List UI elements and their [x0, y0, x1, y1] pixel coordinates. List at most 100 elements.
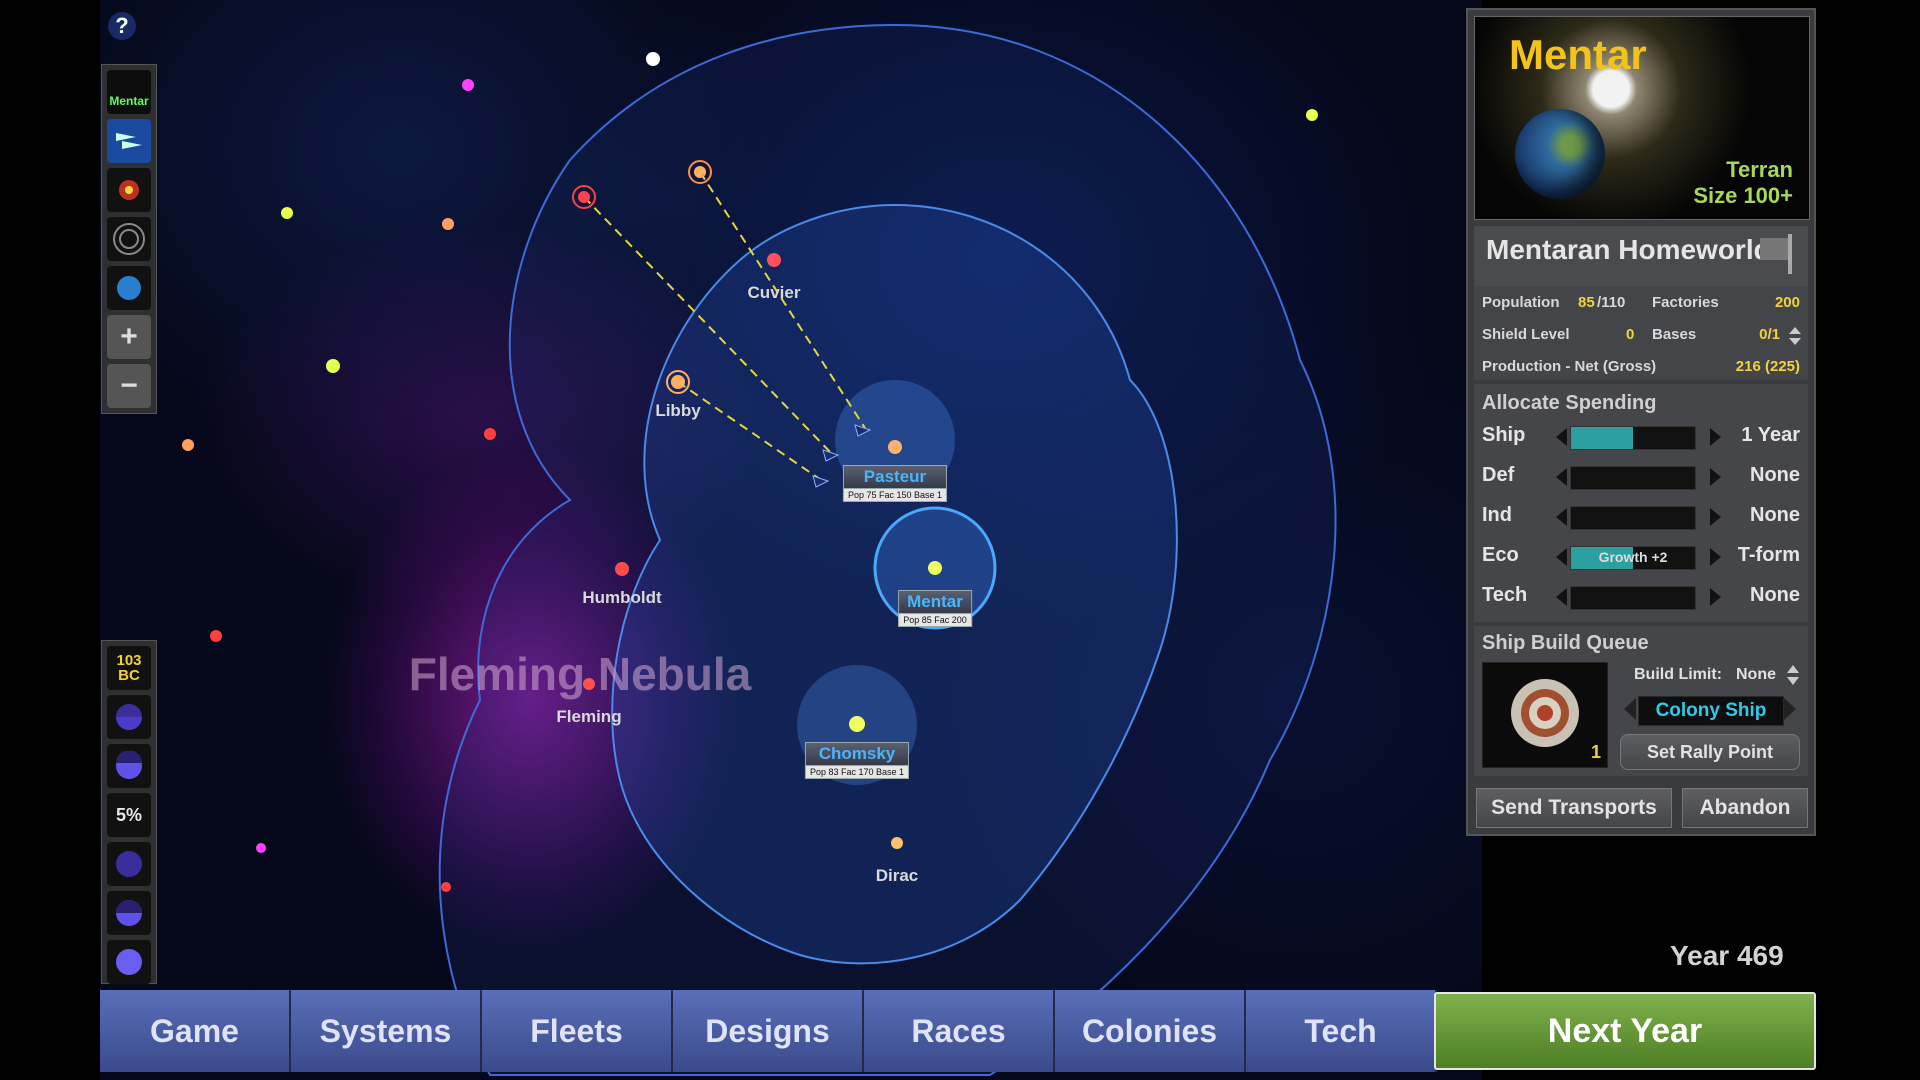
colony-name: Mentar: [898, 590, 972, 613]
allocation-value: None: [1750, 464, 1800, 486]
star-label-cuvier[interactable]: Cuvier: [748, 283, 801, 302]
allocation-slider[interactable]: [1570, 466, 1696, 490]
zoom-out-button[interactable]: −: [107, 364, 151, 408]
star-dirac[interactable]: [891, 837, 903, 849]
moon-phase-button[interactable]: [107, 940, 151, 984]
star-humboldt[interactable]: [615, 562, 629, 576]
star-pasteur[interactable]: [888, 440, 902, 454]
send-transports-button[interactable]: Send Transports: [1476, 788, 1672, 828]
moon-phase-icon: [116, 751, 142, 779]
tab-game[interactable]: Game: [100, 990, 291, 1072]
range-rings-icon: [113, 223, 145, 255]
build-queue-title: Ship Build Queue: [1482, 632, 1649, 654]
tab-systems[interactable]: Systems: [291, 990, 482, 1072]
allocation-name: Tech: [1482, 584, 1528, 606]
allocation-name: Ind: [1482, 504, 1512, 526]
abandon-button[interactable]: Abandon: [1682, 788, 1808, 828]
moon-phase-button[interactable]: [107, 842, 151, 886]
moon-phase-icon: [116, 704, 142, 730]
build-limit-value: None: [1736, 666, 1776, 683]
tab-tech[interactable]: Tech: [1246, 990, 1437, 1072]
moon-phase-icon: [116, 900, 142, 926]
star-label-dirac[interactable]: Dirac: [876, 866, 919, 885]
moon-phase-button[interactable]: [107, 744, 151, 788]
star-label-fleming[interactable]: Fleming: [556, 707, 621, 726]
colony-tag-pasteur[interactable]: Pasteur Pop 75 Fac 150 Base 1: [842, 465, 948, 502]
moon-phase-button[interactable]: [107, 695, 151, 739]
bottom-nav-bar: Game Systems Fleets Designs Races Colonies Tec…: [100, 990, 1820, 1072]
star-fleming[interactable]: [583, 678, 595, 690]
prev-ship-arrow[interactable]: [1624, 698, 1636, 720]
help-icon[interactable]: ?: [108, 12, 136, 40]
factories-label: Factories: [1652, 294, 1719, 311]
next-ship-arrow[interactable]: [1784, 698, 1796, 720]
allocation-slider[interactable]: Growth +2: [1570, 546, 1696, 570]
next-year-button[interactable]: Next Year: [1434, 992, 1816, 1070]
star-mentar[interactable]: [928, 561, 942, 575]
tab-races[interactable]: Races: [864, 990, 1055, 1072]
tab-colonies[interactable]: Colonies: [1055, 990, 1246, 1072]
blue-planet-icon: [117, 276, 141, 300]
population-value: 85: [1578, 294, 1595, 311]
increase-arrow-icon[interactable]: [1710, 508, 1721, 526]
star-cuvier[interactable]: [767, 253, 781, 267]
allocation-value: T-form: [1737, 544, 1800, 566]
colony-tag-chomsky[interactable]: Chomsky Pop 83 Fac 170 Base 1: [804, 742, 910, 779]
star-chomsky[interactable]: [849, 716, 865, 732]
tax-rate-indicator[interactable]: 5%: [107, 793, 151, 837]
galaxy-map-canvas[interactable]: Cuvier Libby Humboldt Fleming Nebula Fle…: [100, 0, 1482, 1080]
population-max: /110: [1597, 294, 1626, 311]
allocation-slider[interactable]: [1570, 506, 1696, 530]
view-toolbar: Mentar + −: [101, 64, 157, 414]
increase-arrow-icon[interactable]: [1710, 468, 1721, 486]
star-label-libby[interactable]: Libby: [655, 401, 701, 420]
colony-stats: Pop 85 Fac 200: [898, 613, 972, 627]
decrease-arrow-icon[interactable]: [1556, 468, 1567, 486]
planet-view: Mentar Terran Size 100+: [1474, 16, 1810, 220]
shield-value: 0: [1626, 326, 1635, 343]
allocate-title: Allocate Spending: [1482, 392, 1657, 414]
ship-preview[interactable]: 1: [1482, 662, 1608, 768]
galaxy-map[interactable]: Cuvier Libby Humboldt Fleming Nebula Fle…: [100, 0, 1482, 1080]
star-view-button[interactable]: [107, 168, 151, 212]
increase-arrow-icon[interactable]: [1710, 428, 1721, 446]
range-view-button[interactable]: [107, 217, 151, 261]
decrease-arrow-icon[interactable]: [1556, 428, 1567, 446]
tab-designs[interactable]: Designs: [673, 990, 864, 1072]
star-icon[interactable]: [694, 166, 706, 178]
planet-globe: [1515, 109, 1605, 199]
star-libby[interactable]: [671, 375, 685, 389]
star-label-humboldt[interactable]: Humboldt: [582, 588, 662, 607]
ship-design-selector[interactable]: Colony Ship: [1638, 696, 1784, 726]
moon-phase-icon: [116, 851, 142, 877]
colony-numbers: Population 85 /110 Factories 200 Shield …: [1474, 286, 1808, 380]
allocation-row[interactable]: Ind None: [1474, 498, 1808, 534]
treasury-indicator[interactable]: 103 BC: [107, 646, 151, 690]
build-limit-stepper[interactable]: [1786, 664, 1800, 686]
tab-fleets[interactable]: Fleets: [482, 990, 673, 1072]
allocation-slider[interactable]: [1570, 586, 1696, 610]
star-icon[interactable]: [578, 191, 590, 203]
zoom-in-button[interactable]: +: [107, 315, 151, 359]
decrease-arrow-icon[interactable]: [1556, 508, 1567, 526]
decrease-arrow-icon[interactable]: [1556, 588, 1567, 606]
set-rally-point-button[interactable]: Set Rally Point: [1620, 734, 1800, 770]
mentar-planet-button[interactable]: Mentar: [107, 70, 151, 114]
flag-icon[interactable]: [1756, 232, 1800, 274]
planet-view-button[interactable]: [107, 266, 151, 310]
allocation-slider[interactable]: [1570, 426, 1696, 450]
increase-arrow-icon[interactable]: [1710, 588, 1721, 606]
fleet-view-button[interactable]: [107, 119, 151, 163]
colony-title: Mentaran Homeworld: [1486, 234, 1771, 265]
bases-stepper[interactable]: [1788, 326, 1802, 346]
decrease-arrow-icon[interactable]: [1556, 548, 1567, 566]
allocation-row[interactable]: Ship 1 Year: [1474, 418, 1808, 454]
moon-phase-button[interactable]: [107, 891, 151, 935]
increase-arrow-icon[interactable]: [1710, 548, 1721, 566]
allocation-row[interactable]: Tech None: [1474, 578, 1808, 614]
allocation-row[interactable]: Def None: [1474, 458, 1808, 494]
allocation-row[interactable]: Eco Growth +2 T-form: [1474, 538, 1808, 574]
planet-size: Size 100+: [1693, 183, 1793, 208]
mentar-button-label: Mentar: [109, 94, 149, 108]
colony-tag-mentar[interactable]: Mentar Pop 85 Fac 200: [898, 590, 972, 627]
